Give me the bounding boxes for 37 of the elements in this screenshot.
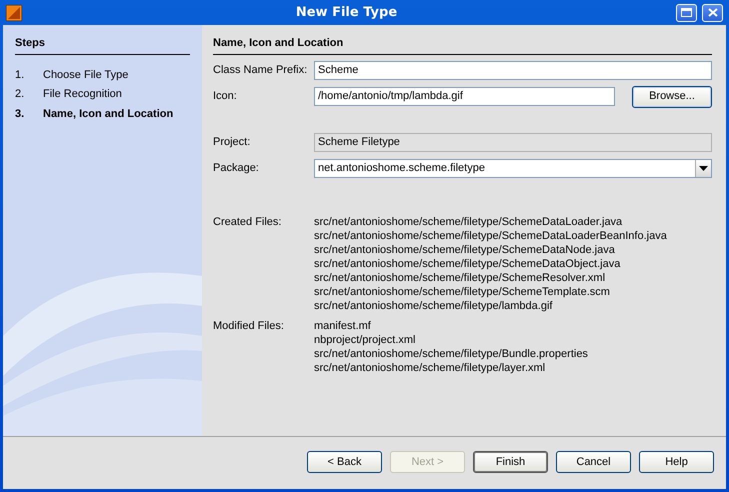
panel-heading: Name, Icon and Location (213, 35, 712, 54)
app-icon (6, 4, 22, 20)
step-label: Choose File Type (43, 68, 128, 82)
step-number: 1. (15, 68, 26, 82)
files-label: Created Files: (213, 214, 282, 230)
browse-button[interactable]: Browse... (632, 86, 712, 108)
files-label: Modified Files: (213, 318, 285, 334)
step-label: Name, Icon and Location (43, 106, 174, 122)
file-path: src/net/antonioshome/scheme/filetype/SchemeTemplate.scm (314, 284, 611, 298)
file-path: src/net/antonioshome/scheme/filetype/layer.xml (314, 360, 546, 374)
package-dropdown[interactable]: net.antonioshome.scheme.filetype (314, 159, 712, 178)
close-icon[interactable] (702, 4, 723, 22)
field-label: Project: (213, 135, 252, 150)
window-title: New File Type (294, 4, 398, 22)
field-label: Package: (213, 161, 260, 176)
file-path: src/net/antonioshome/scheme/filetype/SchemeResolver.xml (314, 270, 606, 284)
file-path: manifest.mf (314, 318, 372, 332)
wizard-button[interactable]: < Back (307, 451, 382, 473)
wizard-button[interactable]: Help (639, 451, 714, 473)
step-label: File Recognition (43, 87, 122, 102)
maximize-icon[interactable] (676, 4, 697, 22)
file-path: src/net/antonioshome/scheme/filetype/SchemeDataObject.java (314, 256, 622, 270)
wizard-button[interactable]: Cancel (556, 451, 631, 473)
wizard-button[interactable]: Finish (473, 451, 548, 473)
file-path: src/net/antonioshome/scheme/filetype/Bundle.properties (314, 346, 588, 360)
steps-heading: Steps (15, 35, 190, 54)
input-field[interactable]: /home/antonio/tmp/lambda.gif (314, 87, 615, 106)
file-path: src/net/antonioshome/scheme/filetype/lambda.gif (314, 298, 554, 312)
file-path: src/net/antonioshome/scheme/filetype/SchemeDataLoaderBeanInfo.java (314, 228, 667, 242)
file-path: nbproject/project.xml (314, 332, 416, 346)
field-label: Icon: (213, 89, 238, 104)
file-path: src/net/antonioshome/scheme/filetype/SchemeDataLoader.java (314, 214, 624, 228)
step-number: 3. (15, 106, 26, 122)
step-number: 2. (15, 87, 26, 102)
input-field[interactable]: Scheme (314, 61, 712, 80)
field-label: Class Name Prefix: (213, 63, 308, 78)
file-path: src/net/antonioshome/scheme/filetype/SchemeDataNode.java (314, 242, 616, 256)
